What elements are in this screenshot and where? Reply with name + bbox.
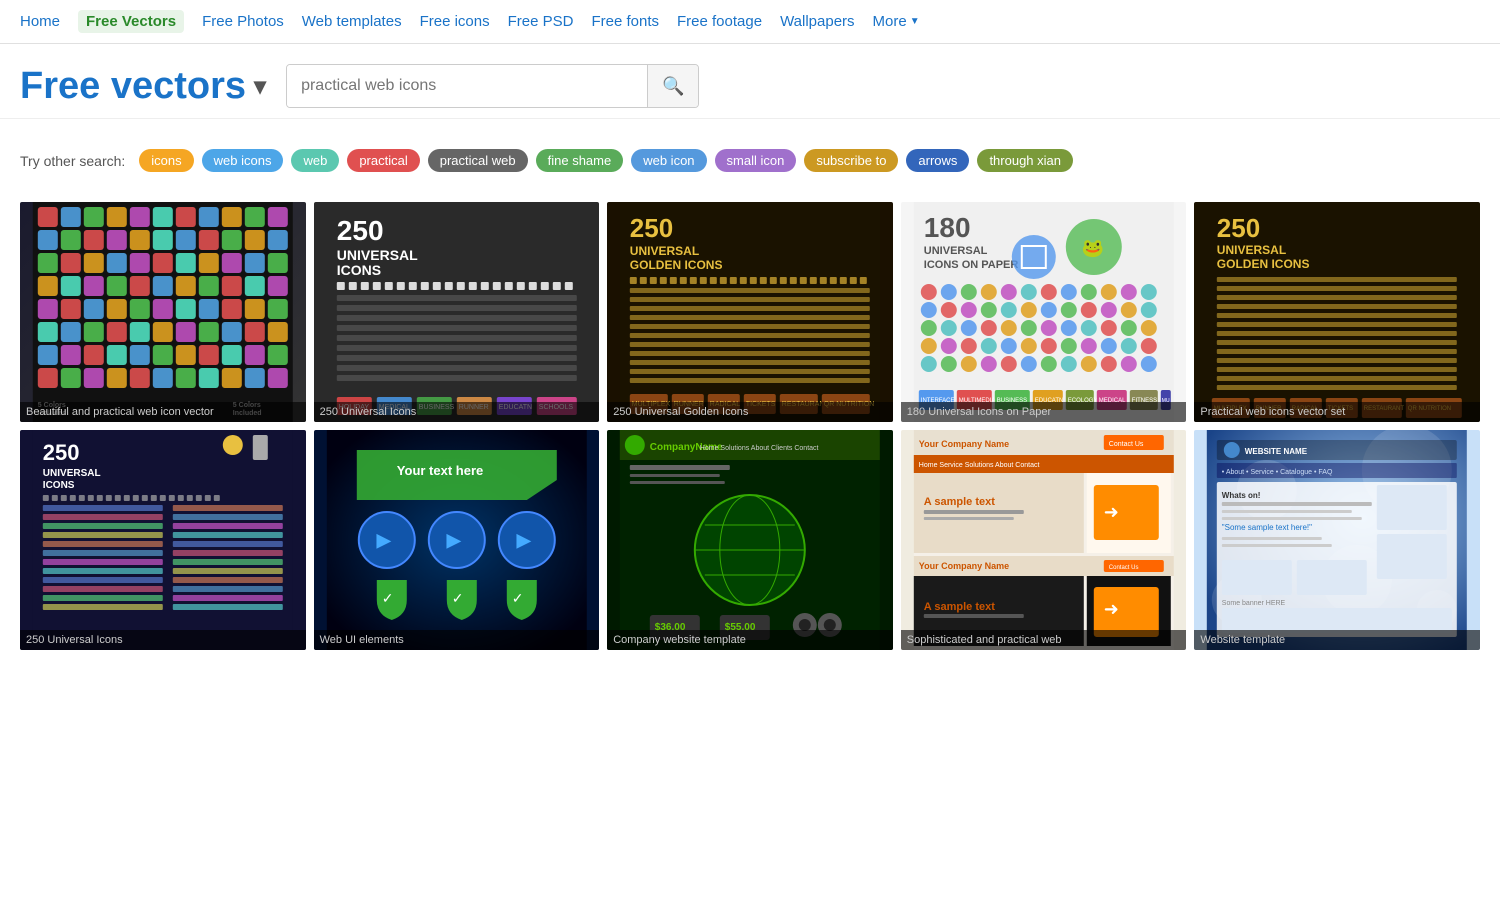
svg-text:250: 250 (1217, 213, 1260, 243)
suggestions-section: Try other search: icons web icons web pr… (0, 119, 1500, 182)
svg-text:Home Service Solutions Abou: Home Service Solutions About Contact (919, 462, 1040, 469)
nav-home[interactable]: Home (20, 13, 60, 30)
nav-free-footage[interactable]: Free footage (677, 13, 762, 30)
svg-text:✓: ✓ (451, 590, 463, 606)
search-button[interactable]: 🔍 (647, 65, 698, 107)
nav-free-photos[interactable]: Free Photos (202, 13, 284, 30)
top-navigation: Home Free Vectors Free Photos Web templa… (0, 0, 1500, 44)
site-title-text: Free vectors (20, 65, 246, 108)
svg-text:GOLDEN ICONS: GOLDEN ICONS (1217, 257, 1310, 271)
grid-item-6[interactable]: 250 UNIVERSAL ICONS (20, 430, 306, 650)
header-section: Free vectors ▾ 🔍 (0, 44, 1500, 119)
tag-web-icons[interactable]: web icons (202, 149, 284, 172)
svg-text:UNIVERSAL: UNIVERSAL (43, 468, 101, 479)
tag-web[interactable]: web (291, 149, 339, 172)
nav-free-icons[interactable]: Free icons (420, 13, 490, 30)
tag-practical[interactable]: practical (347, 149, 419, 172)
svg-text:250: 250 (43, 440, 80, 465)
nav-free-vectors[interactable]: Free Vectors (78, 10, 184, 33)
svg-text:➜: ➜ (1104, 502, 1119, 522)
results-grid: 5 Colors Included 5 Colors Included Beau… (0, 182, 1500, 670)
tag-through-xian[interactable]: through xian (977, 149, 1073, 172)
svg-text:180: 180 (924, 212, 971, 243)
grid-item-9[interactable]: Your Company Name Contact Us Home Servic… (901, 430, 1187, 650)
search-input[interactable] (287, 65, 647, 107)
nav-free-psd[interactable]: Free PSD (508, 13, 574, 30)
svg-text:UNIVERSAL: UNIVERSAL (924, 245, 988, 257)
search-bar: 🔍 (286, 64, 699, 108)
svg-text:✓: ✓ (511, 590, 523, 606)
grid-item-5-caption: Practical web icons vector set (1194, 402, 1480, 422)
grid-item-10-caption: Website template (1194, 630, 1480, 650)
svg-text:Home Solutions About Client: Home Solutions About Clients Contact (700, 445, 819, 452)
svg-text:"Some sample text here!": "Some sample text here!" (1222, 523, 1312, 532)
svg-text:✓: ✓ (381, 590, 393, 606)
svg-text:UNIVERSAL: UNIVERSAL (1217, 243, 1286, 257)
svg-text:A sample text: A sample text (924, 496, 995, 508)
grid-item-2-caption: 250 Universal Icons (314, 402, 600, 422)
tag-small-icon[interactable]: small icon (715, 149, 797, 172)
grid-item-10[interactable]: WEBSITE NAME • About • Service • Catalog… (1194, 430, 1480, 650)
tag-web-icon[interactable]: web icon (631, 149, 706, 172)
tag-subscribe-to[interactable]: subscribe to (804, 149, 898, 172)
tag-practical-web[interactable]: practical web (428, 149, 528, 172)
grid-item-8[interactable]: CompanyName Home Solutions About Clients… (607, 430, 893, 650)
svg-text:Your text here: Your text here (396, 463, 482, 478)
svg-text:ICONS: ICONS (43, 480, 75, 491)
svg-text:250: 250 (630, 213, 673, 243)
nav-free-fonts[interactable]: Free fonts (591, 13, 659, 30)
more-arrow-icon: ▼ (910, 16, 920, 27)
grid-item-4-caption: 180 Universal Icons on Paper (901, 402, 1187, 422)
svg-text:UNIVERSAL: UNIVERSAL (630, 244, 699, 258)
grid-item-3-caption: 250 Universal Golden Icons (607, 402, 893, 422)
nav-web-templates[interactable]: Web templates (302, 13, 402, 30)
grid-item-2[interactable]: 250 UNIVERSAL ICONS (314, 202, 600, 422)
svg-text:Contact Us: Contact Us (1109, 441, 1144, 448)
svg-text:Some banner HERE: Some banner HERE (1222, 600, 1286, 607)
svg-text:UNIVERSAL: UNIVERSAL (336, 247, 417, 263)
svg-text:Contact Us: Contact Us (1109, 565, 1139, 571)
svg-text:Whats on!: Whats on! (1222, 491, 1261, 500)
tag-arrows[interactable]: arrows (906, 149, 969, 172)
grid-item-7-caption: Web UI elements (314, 630, 600, 650)
tag-icons[interactable]: icons (139, 149, 193, 172)
nav-wallpapers[interactable]: Wallpapers (780, 13, 854, 30)
svg-text:🐸: 🐸 (1082, 238, 1104, 258)
title-dropdown-arrow[interactable]: ▾ (254, 72, 266, 101)
svg-text:• About • Service • Catalogu: • About • Service • Catalogue • FAQ (1222, 469, 1333, 476)
nav-more-button[interactable]: More ▼ (873, 13, 920, 30)
svg-text:▶: ▶ (515, 530, 531, 550)
svg-text:GOLDEN ICONS: GOLDEN ICONS (630, 258, 723, 272)
svg-text:➜: ➜ (1104, 599, 1119, 619)
grid-item-5[interactable]: 250 UNIVERSAL GOLDEN ICONS (1194, 202, 1480, 422)
grid-item-9-caption: Sophisticated and practical web (901, 630, 1187, 650)
suggestions-label: Try other search: (20, 153, 125, 169)
svg-text:▶: ▶ (375, 530, 391, 550)
svg-text:▶: ▶ (445, 530, 461, 550)
svg-text:ICONS ON PAPER: ICONS ON PAPER (924, 259, 1019, 271)
grid-item-4[interactable]: 180 UNIVERSAL ICONS ON PAPER 🐸 (901, 202, 1187, 422)
tag-fine-shame[interactable]: fine shame (536, 149, 624, 172)
grid-item-6-caption: 250 Universal Icons (20, 630, 306, 650)
svg-text:250: 250 (336, 215, 383, 246)
svg-text:Your Company Name: Your Company Name (919, 561, 1009, 571)
grid-item-1[interactable]: 5 Colors Included 5 Colors Included Beau… (20, 202, 306, 422)
svg-text:WEBSITE NAME: WEBSITE NAME (1245, 447, 1308, 456)
grid-item-7[interactable]: Your text here ▶ ▶ ▶ ✓ ✓ ✓ Web UI elemen… (314, 430, 600, 650)
grid-item-8-caption: Company website template (607, 630, 893, 650)
svg-text:Your Company Name: Your Company Name (919, 439, 1009, 449)
svg-text:ICONS: ICONS (336, 262, 380, 278)
site-title: Free vectors ▾ (20, 65, 266, 108)
svg-text:A sample text: A sample text (924, 601, 995, 613)
grid-item-1-caption: Beautiful and practical web icon vector (20, 402, 306, 422)
grid-item-3[interactable]: 250 UNIVERSAL GOLDEN ICONS (607, 202, 893, 422)
